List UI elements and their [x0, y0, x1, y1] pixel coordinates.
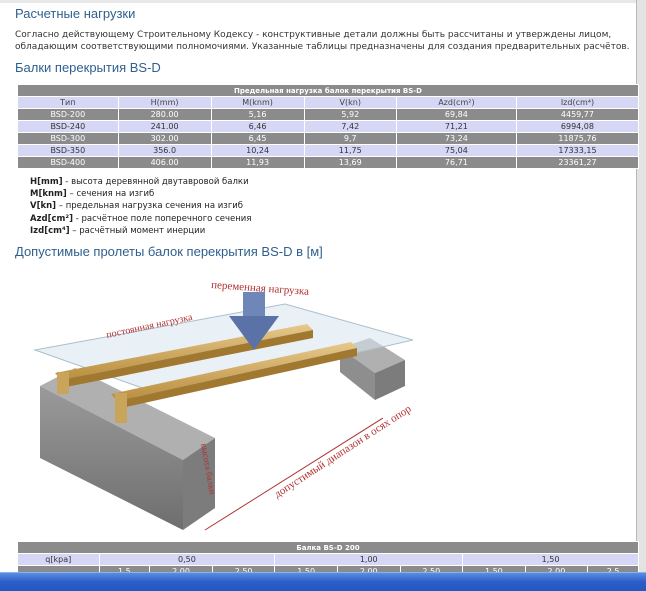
beam-diagram: переменная нагрузка постоянная нагрузка … [33, 279, 414, 531]
table-row: BSD-400 406.00 11,93 13,69 76,71 23361,2… [17, 156, 640, 169]
legend-desc: – предельная нагрузка сечения на изгиб [56, 201, 244, 212]
cell-v: 5,92 [303, 108, 397, 121]
cell-m: 11,93 [210, 156, 305, 169]
legend-item: Izd[cm⁴] – расчётный момент инерции [30, 225, 251, 237]
cell-type: BSD-240 [17, 120, 119, 133]
legend-term: V[kn] [30, 201, 57, 212]
q-value: 1,50 [462, 553, 639, 566]
cell-azd: 76,71 [395, 156, 517, 169]
cell-type: BSD-350 [17, 144, 119, 157]
load-table-caption: Предельная нагрузка балок перекрытия BS-… [17, 84, 639, 97]
legend-item: V[kn] – предельная нагрузка сечения на и… [30, 200, 251, 212]
col-header-type: Тип [17, 96, 119, 109]
q-value: 0,50 [98, 553, 276, 566]
cell-m: 6,46 [210, 120, 305, 133]
cell-v: 7,42 [303, 120, 397, 133]
legend-term: M[knm] [30, 189, 67, 200]
q-label: q[kpa] [17, 553, 100, 566]
legend-desc: – расчётный момент инерции [69, 225, 206, 236]
cell-izd: 4459,77 [515, 108, 640, 121]
os-taskbar[interactable] [0, 572, 646, 591]
cell-azd: 69,84 [395, 108, 517, 121]
col-header-h: H(mm) [117, 96, 212, 109]
legend-item: H[mm] - высота деревянной двутавровой ба… [30, 176, 251, 188]
window-top-strip [0, 0, 646, 3]
legend-desc: - высота деревянной двутавровой балки [62, 177, 249, 187]
cell-h: 356.0 [117, 144, 212, 157]
cell-izd: 6994,08 [515, 120, 640, 133]
legend-list: H[mm] - высота деревянной двутавровой ба… [30, 176, 251, 237]
legend-item: M[knm] – сечения на изгиб [30, 188, 251, 200]
section-title-spans: Допустимые пролеты балок перекрытия BS-D… [15, 244, 323, 259]
legend-desc: - расчётное поле поперечного сечения [73, 213, 252, 224]
table-row: BSD-200 280.00 5,16 5,92 69,84 4459,77 [17, 108, 640, 121]
cell-azd: 73,24 [395, 132, 517, 145]
cell-h: 241.00 [117, 120, 212, 133]
cell-izd: 17333,15 [515, 144, 640, 157]
cell-h: 406.00 [117, 156, 212, 169]
col-header-v: V(kn) [303, 96, 397, 109]
cell-m: 6,45 [210, 132, 305, 145]
col-header-izd: Izd(cm⁴) [515, 96, 640, 109]
cell-izd: 23361,27 [515, 156, 640, 169]
cell-v: 9,7 [303, 132, 397, 145]
legend-term: H[mm] [30, 177, 63, 187]
col-header-azd: Azd(cm²) [395, 96, 517, 109]
section-title-loads: Расчетные нагрузки [15, 6, 136, 21]
legend-desc: – сечения на изгиб [66, 189, 155, 200]
cell-h: 280.00 [117, 108, 212, 121]
table-row: BSD-240 241.00 6,46 7,42 71,21 6994,08 [17, 120, 640, 133]
legend-term: Azd[cm²] [30, 213, 73, 224]
cell-type: BSD-400 [17, 156, 119, 169]
span-table-caption: Балка BS-D 200 [17, 541, 639, 554]
q-value: 1,00 [274, 553, 464, 566]
cell-v: 13,69 [303, 156, 397, 169]
table-row: BSD-350 356.0 10,24 11,75 75,04 17333,15 [17, 144, 640, 157]
cell-type: BSD-300 [17, 132, 119, 145]
beam-illustration: переменная нагрузка постоянная нагрузка … [15, 268, 417, 540]
cell-izd: 11875,76 [515, 132, 640, 145]
intro-paragraph: Согласно действующему Строительному Коде… [15, 30, 630, 52]
legend-term: Izd[cm⁴] [30, 225, 70, 236]
cell-h: 302.00 [117, 132, 212, 145]
section-title-beams: Балки перекрытия BS-D [15, 60, 161, 75]
label-span: допустимый диапазон в осях опор [272, 403, 414, 501]
cell-type: BSD-200 [17, 108, 119, 121]
cell-m: 10,24 [210, 144, 305, 157]
table-row: BSD-300 302.00 6,45 9,7 73,24 11875,76 [17, 132, 640, 145]
col-header-m: M(knm) [210, 96, 305, 109]
cell-azd: 71,21 [395, 120, 517, 133]
legend-item: Azd[cm²] - расчётное поле поперечного се… [30, 213, 251, 225]
load-table: Предельная нагрузка балок перекрытия BS-… [17, 84, 640, 169]
cell-v: 11,75 [303, 144, 397, 157]
cell-m: 5,16 [210, 108, 305, 121]
cell-azd: 75,04 [395, 144, 517, 157]
